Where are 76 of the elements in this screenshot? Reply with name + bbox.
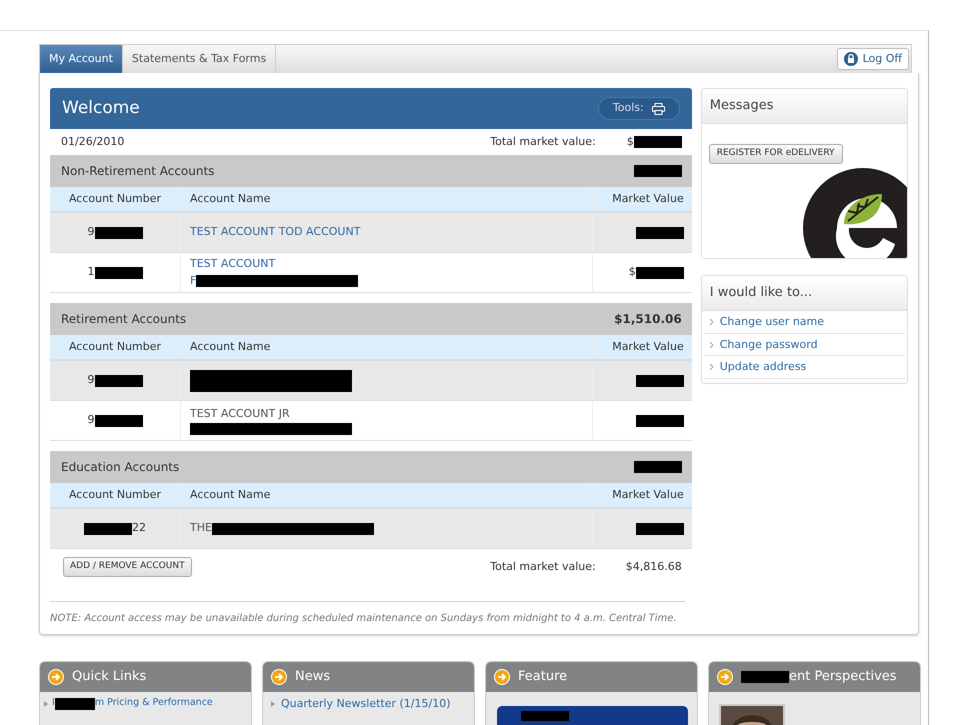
column-header: Market Value [612,486,684,503]
tab[interactable]: My Account [40,45,123,73]
panel-title: News [295,668,330,686]
panel-title: Feature [518,668,568,686]
panel-link[interactable]: m Pricing & Performance [94,698,213,709]
tab[interactable]: Statements & Tax Forms [122,45,276,73]
date-text: 01/26/2010 [61,134,124,150]
chevron-icon [708,340,714,349]
print-icon [652,102,665,114]
arrow-circle-icon [717,668,733,684]
redaction-bar [94,374,142,386]
action-link[interactable]: Change password [704,334,905,356]
redaction-bar [634,461,682,473]
redaction-bar [636,266,684,278]
total-value: $4,816.68 [624,558,682,574]
redaction-bar [636,414,684,426]
account-number-link[interactable]: 1 [88,264,94,281]
tools-button[interactable]: Tools: [598,97,680,120]
column-header: Account Name [190,338,272,355]
section-total: $1,510.06 [614,311,682,328]
account-number-link[interactable]: 9 [88,224,94,241]
chevron-icon [708,363,714,372]
redaction-bar [636,374,684,386]
account-number-link[interactable]: 9 [88,372,94,389]
add-remove-account-button[interactable]: ADD / REMOVE ACCOUNT [63,557,192,576]
column-header: Account Number [68,338,162,355]
panel-title: ent Perspectives [789,668,897,686]
section-title: Education Accounts [61,459,180,476]
register-edelivery-button[interactable]: REGISTER FOR eDELIVERY [708,144,843,164]
lock-icon [844,52,858,66]
action-link[interactable]: Update address [704,356,905,378]
redaction-bar [636,522,684,534]
panel-link[interactable]: Quarterly Newsletter (1/15/10) [281,696,451,710]
redaction-bar [634,136,682,148]
bullet-icon [271,700,275,706]
total-label: Total market value: [490,134,596,150]
column-header: Market Value [612,190,684,207]
redaction-bar [636,226,684,238]
log-off-button[interactable]: Log Off [836,48,909,70]
redaction-bar [634,165,682,177]
arrow-circle-icon [494,668,510,684]
redaction-bar [94,414,142,426]
column-header: Account Number [68,190,162,207]
bullet-icon [44,700,48,706]
action-link[interactable]: Change user name [704,311,905,334]
account-number-link[interactable]: 22 [132,520,146,537]
redaction-bar [54,698,95,710]
section-title: Retirement Accounts [61,311,186,328]
column-header: Account Name [190,190,272,207]
panel-title: Quick Links [72,668,146,686]
market-value: $ [628,264,636,280]
account-name-link[interactable]: TEST ACCOUNT TOD ACCOUNT [190,224,360,241]
account-name: THE [190,520,212,536]
arrow-circle-icon [48,668,64,684]
account-name: TEST ACCOUNT JR [190,406,290,422]
redaction-bar [94,266,142,278]
chevron-icon [708,318,714,326]
account-name-link[interactable]: F [190,272,196,289]
account-number-link[interactable]: 9 [88,412,94,429]
actions-title: I would like to... [702,276,907,311]
section-title: Non-Retirement Accounts [61,163,214,180]
welcome-title: Welcome [62,96,140,120]
redaction-bar [741,670,789,682]
total-label: Total market value: [490,558,596,574]
maintenance-note: NOTE: Account access may be unavailable during scheduled maintenance on Sundays from midnight to 4 a.m. Central Time. [50,600,685,626]
column-header: Market Value [612,338,684,355]
messages-title: Messages [702,89,907,124]
redaction-bar [94,226,142,238]
redaction-bar [521,711,569,722]
column-header: Account Number [68,486,162,503]
redaction-bar [84,522,132,534]
account-name-link[interactable]: TEST ACCOUNT [190,256,276,272]
panel-link[interactable]: I [52,698,55,709]
total-value: $ [626,134,634,150]
arrow-circle-icon [271,668,287,684]
column-header: Account Name [190,486,272,503]
